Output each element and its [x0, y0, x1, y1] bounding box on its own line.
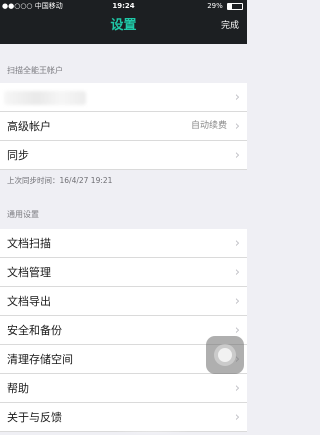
- list-item-label: 文档导出: [7, 295, 51, 308]
- chevron-right-icon: ›: [234, 410, 240, 425]
- assistive-touch-button[interactable]: [206, 336, 244, 374]
- account-section-header: 扫描全能王帐户: [7, 66, 63, 75]
- chevron-right-icon: ›: [234, 119, 240, 134]
- sync-label: 同步: [7, 149, 29, 162]
- general-item-document-scan[interactable]: 文档扫描 ›: [0, 229, 247, 258]
- chevron-right-icon: ›: [234, 294, 240, 309]
- list-item-label: 清理存储空间: [7, 353, 73, 366]
- chevron-right-icon: ›: [234, 236, 240, 251]
- premium-account-value: 自动续费: [190, 121, 227, 131]
- premium-account-row[interactable]: 高级帐户 自动续费 ›: [0, 112, 247, 141]
- general-item-document-export[interactable]: 文档导出 ›: [0, 287, 247, 316]
- premium-account-label: 高级帐户: [7, 120, 51, 133]
- general-item-document-manage[interactable]: 文档管理 ›: [0, 258, 247, 287]
- battery-indicator: 29%: [207, 0, 243, 12]
- battery-percent: 29%: [207, 2, 223, 10]
- top-bar: ●●○○○ 中国移动 19:24 29% 设置 完成: [0, 0, 247, 44]
- list-item-label: 文档扫描: [7, 237, 51, 250]
- chevron-right-icon: ›: [234, 381, 240, 396]
- general-section-header: 通用设置: [7, 210, 39, 219]
- last-sync-note: 上次同步时间：16/4/27 19:21: [7, 176, 113, 185]
- done-button[interactable]: 完成: [221, 19, 239, 33]
- list-item-label: 关于与反馈: [7, 411, 62, 424]
- sync-row[interactable]: 同步 ›: [0, 141, 247, 170]
- assistive-touch-dot: [218, 348, 232, 362]
- status-bar: ●●○○○ 中国移动 19:24 29%: [0, 0, 247, 12]
- chevron-right-icon: ›: [234, 148, 240, 163]
- chevron-right-icon: ›: [234, 90, 240, 105]
- account-name-redacted: [4, 91, 86, 105]
- watermark: [92, 405, 212, 435]
- list-item-label: 帮助: [7, 382, 29, 395]
- general-item-help[interactable]: 帮助 ›: [0, 374, 247, 403]
- battery-icon: [227, 2, 243, 10]
- list-item-label: 文档管理: [7, 266, 51, 279]
- account-row[interactable]: ›: [0, 83, 247, 112]
- page-title: 设置: [110, 18, 137, 33]
- chevron-right-icon: ›: [234, 265, 240, 280]
- list-item-label: 安全和备份: [7, 324, 62, 337]
